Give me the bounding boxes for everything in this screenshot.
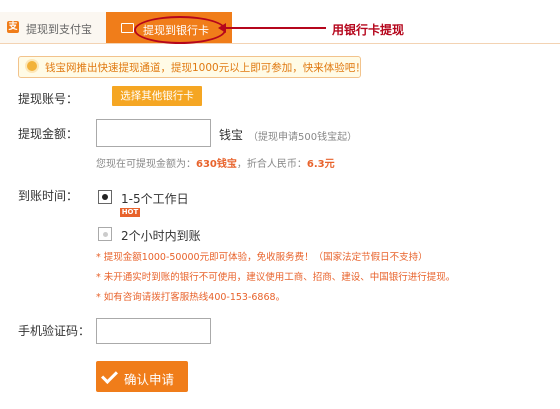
rule-2: * 未开通实时到账的银行不可使用，建议使用工商、招商、建设、中国银行进行提现。 bbox=[96, 272, 456, 283]
tab-alipay[interactable]: 支 提现到支付宝 bbox=[0, 12, 107, 44]
rmb-prefix: ，折合人民币： bbox=[236, 159, 307, 170]
available-amount: 您现在可提现金额为：630钱宝，折合人民币：6.3元 bbox=[96, 155, 335, 170]
available-prefix: 您现在可提现金额为： bbox=[96, 159, 196, 170]
confirm-submit-label: 确认申请 bbox=[124, 372, 175, 387]
radio-dot bbox=[102, 194, 108, 200]
tab-divider bbox=[0, 43, 560, 44]
amount-input[interactable] bbox=[96, 119, 211, 147]
confirm-submit-button[interactable]: 确认申请 bbox=[96, 361, 188, 392]
bank-card-icon bbox=[121, 23, 134, 33]
arrival-label: 到账时间： bbox=[18, 189, 79, 203]
amount-hint: （提现申请500钱宝起） bbox=[248, 132, 358, 143]
callout-ellipse bbox=[134, 16, 226, 44]
rmb-value: 6.3元 bbox=[306, 159, 335, 170]
sms-code-input[interactable] bbox=[96, 318, 211, 344]
hot-badge: HOT bbox=[120, 208, 140, 217]
radio-1-5-days[interactable] bbox=[98, 190, 112, 204]
notice-bar: 钱宝网推出快速提现通道，提现1000元以上即可参加，快来体验吧！ bbox=[18, 56, 366, 78]
option-2-hours-label: 2个小时内到账 bbox=[121, 229, 201, 243]
alipay-icon: 支 bbox=[7, 21, 19, 33]
sms-code-label: 手机验证码： bbox=[18, 324, 91, 338]
callout-arrow-head bbox=[218, 23, 226, 33]
available-value: 630钱宝 bbox=[196, 159, 237, 170]
notice-text: 钱宝网推出快速提现通道，提现1000元以上即可参加，快来体验吧！ bbox=[45, 62, 366, 74]
account-label: 提现账号： bbox=[18, 92, 79, 106]
option-1-5-days-label: 1-5个工作日 bbox=[121, 192, 189, 206]
callout-arrow-line bbox=[224, 27, 326, 29]
tab-alipay-label: 提现到支付宝 bbox=[26, 23, 92, 36]
choose-other-card-button[interactable]: 选择其他银行卡 bbox=[112, 86, 202, 106]
amount-unit: 钱宝 bbox=[219, 128, 244, 142]
sun-icon bbox=[27, 61, 37, 71]
radio-2-hours[interactable] bbox=[98, 227, 112, 241]
check-icon bbox=[101, 367, 118, 384]
amount-label: 提现金额： bbox=[18, 127, 79, 141]
rule-3: * 如有咨询请拨打客服热线400-153-6868。 bbox=[96, 292, 286, 303]
rule-1: * 提现金额1000-50000元即可体验，免收服务费！（国家法定节假日不支持） bbox=[96, 252, 428, 263]
radio-dot bbox=[103, 232, 108, 237]
callout-text: 用银行卡提现 bbox=[332, 23, 405, 37]
